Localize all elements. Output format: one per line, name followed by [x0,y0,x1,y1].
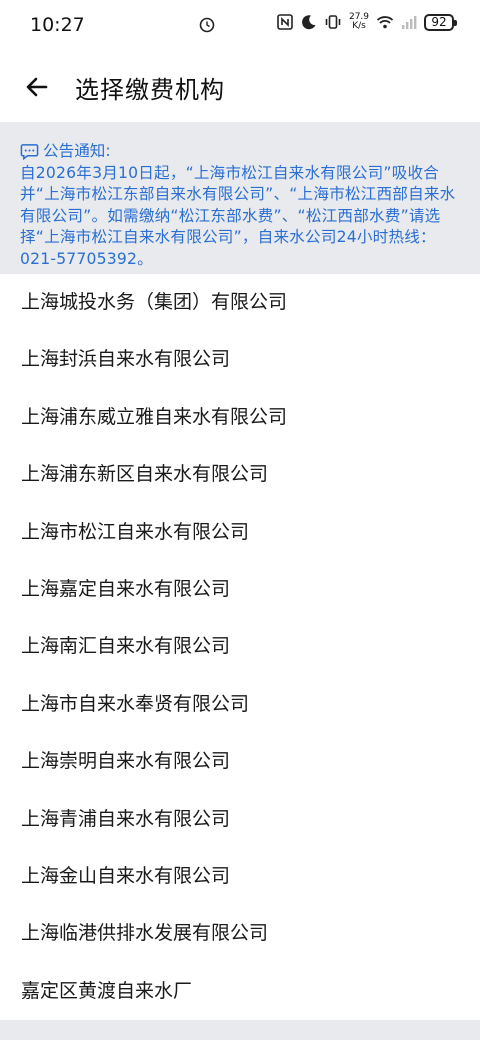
organization-item[interactable]: 上海临港供排水发展有限公司 [0,905,480,962]
page-title: 选择缴费机构 [75,76,225,104]
network-speed: 27.9 K/s [348,13,370,31]
organization-item[interactable]: 上海金山自来水有限公司 [0,848,480,905]
organization-item[interactable]: 上海嘉定自来水有限公司 [0,561,480,618]
organization-item[interactable]: 上海城投水务（集团）有限公司 [0,274,480,331]
notice-body: 自2026年3月10日起，“上海市松江自来水有限公司”吸收合并“上海市松江东部自… [20,163,456,268]
organization-item[interactable]: 上海南汇自来水有限公司 [0,618,480,675]
back-button[interactable] [18,68,56,106]
clock-badge-icon [199,17,215,33]
status-time: 10:27 [30,14,85,36]
status-bar: 10:27 27.9 K/s 92 [0,0,480,54]
back-arrow-icon [26,77,48,97]
organization-item[interactable]: 上海青浦自来水有限公司 [0,791,480,848]
status-icons: 27.9 K/s 92 [276,13,457,31]
organization-item[interactable]: 上海封浜自来水有限公司 [0,331,480,388]
app-bar: 选择缴费机构 [0,54,480,120]
signal-icon [402,16,417,29]
organization-item[interactable]: 上海崇明自来水有限公司 [0,733,480,790]
organization-item[interactable]: 上海浦东新区自来水有限公司 [0,446,480,503]
notice-banner: 公告通知: 自2026年3月10日起，“上海市松江自来水有限公司”吸收合并“上海… [0,122,480,274]
battery-indicator: 92 [424,13,457,31]
notice-header: 公告通知: [20,141,460,163]
nfc-icon [277,14,293,30]
organization-item[interactable]: 上海浦东威立雅自来水有限公司 [0,389,480,446]
organization-item[interactable]: 上海市自来水奉贤有限公司 [0,676,480,733]
message-icon [20,144,39,161]
moon-icon [302,15,316,30]
organization-item[interactable]: 嘉定区黄渡自来水厂 [0,963,480,1020]
network-speed-unit: K/s [352,21,366,31]
organization-item[interactable]: 上海市松江自来水有限公司 [0,504,480,561]
organization-list: 上海城投水务（集团）有限公司 上海封浜自来水有限公司 上海浦东威立雅自来水有限公… [0,274,480,1020]
bottom-divider [0,1020,480,1040]
notice-title: 公告通知: [43,142,111,160]
wifi-icon [376,16,394,29]
vibrate-icon [325,15,341,29]
